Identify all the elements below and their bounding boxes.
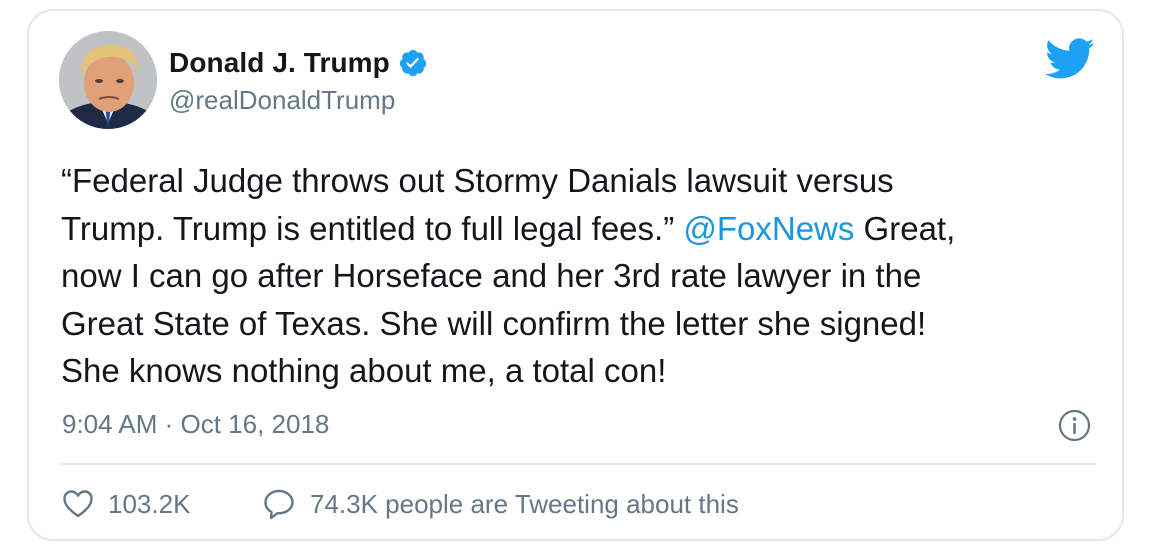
heart-icon (63, 490, 93, 518)
twitter-bird-icon[interactable] (1045, 38, 1095, 80)
like-button[interactable]: 103.2K (62, 487, 190, 521)
tweeting-about-button[interactable]: 74.3K people are Tweeting about this (262, 487, 739, 521)
mention-link[interactable]: @FoxNews (683, 210, 854, 247)
divider (59, 463, 1096, 465)
tweet-card[interactable]: Donald J. Trump @realDonaldTrump “Federa… (27, 9, 1124, 541)
author-handle[interactable]: @realDonaldTrump (169, 85, 395, 116)
author-name-row: Donald J. Trump (169, 45, 428, 81)
tweet-text: “Federal Judge throws out Stormy Danials… (61, 157, 1101, 395)
avatar[interactable] (59, 31, 157, 129)
talking-about-text: 74.3K people are Tweeting about this (310, 488, 739, 519)
tweet-timestamp[interactable]: 9:04 AM · Oct 16, 2018 (62, 409, 329, 440)
author-display-name[interactable]: Donald J. Trump (169, 47, 390, 79)
verified-badge-icon (398, 48, 428, 78)
speech-bubble-icon (264, 489, 294, 520)
like-count: 103.2K (108, 488, 191, 519)
info-icon[interactable] (1058, 409, 1091, 442)
